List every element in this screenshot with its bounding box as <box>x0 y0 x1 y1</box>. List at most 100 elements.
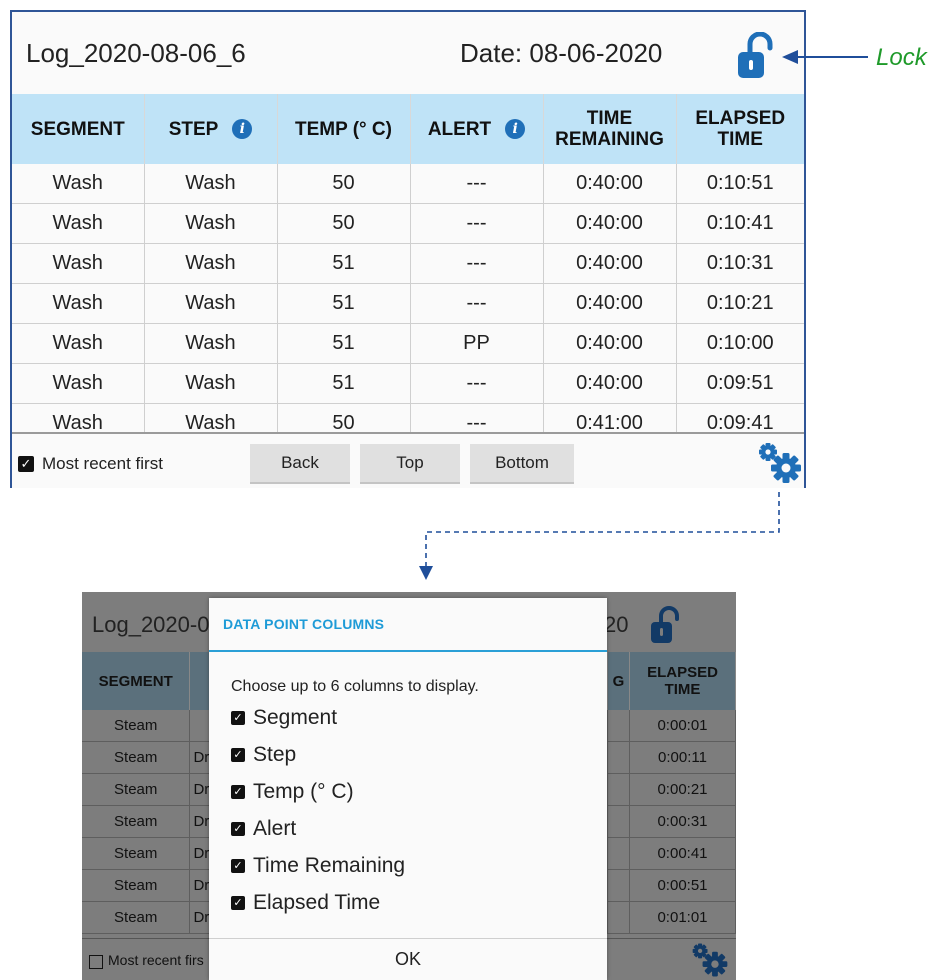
option-checkbox[interactable]: ✓ <box>231 711 245 725</box>
option-checkbox[interactable]: ✓ <box>231 859 245 873</box>
cell-step: Wash <box>144 363 278 404</box>
option-label: Temp (° C) <box>253 780 354 803</box>
cell-alert: --- <box>410 283 544 324</box>
cell-time-remaining <box>607 869 630 902</box>
data-point-columns-dialog: DATA POINT COLUMNS Choose up to 6 column… <box>209 598 607 980</box>
cell-elapsed-time: 0:09:51 <box>676 363 804 404</box>
cell-temp: 50 <box>277 164 411 204</box>
option-label: Alert <box>253 817 297 840</box>
column-header-segment: SEGMENT <box>12 94 145 164</box>
dialog-title: DATA POINT COLUMNS <box>223 616 385 632</box>
cell-temp: 51 <box>277 283 411 324</box>
cell-time-remaining: 0:40:00 <box>543 323 677 364</box>
table-row: Wash Wash 50 --- 0:40:00 0:10:51 <box>12 164 804 204</box>
option-checkbox[interactable]: ✓ <box>231 896 245 910</box>
column-header-label: TEMP (° C) <box>295 118 392 140</box>
log-date: Date: 08-06-2020 <box>460 38 663 68</box>
cell-alert: --- <box>410 363 544 404</box>
table-row: Wash Wash 51 PP 0:40:00 0:10:00 <box>12 323 804 364</box>
settings-gears-icon <box>692 943 728 977</box>
cell-alert: --- <box>410 203 544 244</box>
cell-time-remaining <box>607 901 630 934</box>
cell-segment: Steam <box>82 741 191 774</box>
cell-step <box>189 710 211 742</box>
column-header-elapsed-time: ELAPSED TIME <box>629 652 736 710</box>
cell-elapsed-time: 0:00:01 <box>629 710 736 742</box>
column-header-label: SEGMENT <box>30 118 125 140</box>
cell-time-remaining: 0:40:00 <box>543 164 677 204</box>
column-header-label: STEP <box>168 118 219 140</box>
cell-step: Wash <box>144 164 278 204</box>
cell-elapsed-time: 0:01:01 <box>629 901 736 934</box>
cell-time-remaining: 0:40:00 <box>543 243 677 284</box>
cell-step: Wash <box>144 243 278 284</box>
cell-step: Dr <box>189 805 211 838</box>
column-header-label: ELAPSED TIME <box>695 108 786 150</box>
most-recent-checkbox[interactable]: ✓ <box>18 456 34 472</box>
column-header-label: TIME REMAINING <box>555 108 664 150</box>
most-recent-checkbox <box>89 955 103 969</box>
info-icon[interactable]: i <box>505 119 526 140</box>
cell-segment: Steam <box>82 710 191 742</box>
cell-time-remaining <box>607 710 630 742</box>
cell-elapsed-time: 0:00:41 <box>629 837 736 870</box>
cell-step: Wash <box>144 283 278 324</box>
cell-temp: 51 <box>277 363 411 404</box>
column-header-time-remaining: TIME REMAINING <box>543 94 677 164</box>
cell-elapsed-time: 0:00:51 <box>629 869 736 902</box>
cell-segment: Wash <box>12 164 145 204</box>
most-recent-label: Most recent first <box>42 454 163 473</box>
column-header-step: STEP i <box>144 94 278 164</box>
log-panel: Log_2020-08-06_6 Date: 08-06-2020 SEGMEN… <box>10 10 806 488</box>
settings-gears-icon[interactable] <box>756 440 804 486</box>
log-table: SEGMENT STEP i TEMP (° C) ALERT i TIME REM… <box>12 94 804 444</box>
info-icon[interactable]: i <box>232 119 253 140</box>
option-checkbox[interactable]: ✓ <box>231 748 245 762</box>
cell-alert: --- <box>410 243 544 284</box>
cell-time-remaining <box>607 837 630 870</box>
column-header-time-remaining: G <box>607 652 630 710</box>
log-footer: ✓ Most recent first Back Top Bottom <box>12 432 804 488</box>
title-bar: Log_2020-08-06_6 Date: 08-06-2020 <box>12 12 804 94</box>
dimmed-log-title: Log_2020-0 <box>92 612 210 637</box>
cell-time-remaining: 0:40:00 <box>543 363 677 404</box>
table-row: Wash Wash 51 --- 0:40:00 0:09:51 <box>12 363 804 404</box>
cell-time-remaining <box>607 741 630 774</box>
cell-segment: Steam <box>82 869 191 902</box>
unlocked-lock-icon[interactable] <box>736 32 780 82</box>
cell-segment: Wash <box>12 323 145 364</box>
option-label: Segment <box>253 706 338 729</box>
cell-elapsed-time: 0:00:21 <box>629 773 736 806</box>
cell-time-remaining <box>607 805 630 838</box>
cell-segment: Steam <box>82 805 191 838</box>
top-button[interactable]: Top <box>360 444 460 484</box>
lock-annotation-label: Lock <box>876 44 927 71</box>
column-header-alert: ALERT i <box>410 94 544 164</box>
table-row: Wash Wash 51 --- 0:40:00 0:10:31 <box>12 243 804 284</box>
cell-step: Dr <box>189 837 211 870</box>
cell-step: Dr <box>189 773 211 806</box>
settings-screenshot-panel: Log_2020-0 20 SEGMENT G ELAPSED TIME Ste… <box>82 592 736 980</box>
option-label: Step <box>253 743 297 766</box>
cell-step: Dr <box>189 741 211 774</box>
column-header-step <box>189 652 211 710</box>
option-checkbox[interactable]: ✓ <box>231 822 245 836</box>
column-header-temp: TEMP (° C) <box>277 94 411 164</box>
ok-button[interactable]: OK <box>209 939 607 980</box>
cell-step: Wash <box>144 323 278 364</box>
bottom-button[interactable]: Bottom <box>470 444 574 484</box>
option-checkbox[interactable]: ✓ <box>231 785 245 799</box>
cell-elapsed-time: 0:10:31 <box>676 243 804 284</box>
column-header-label: ALERT <box>427 118 492 140</box>
back-button[interactable]: Back <box>250 444 350 484</box>
table-row: Wash Wash 50 --- 0:40:00 0:10:41 <box>12 203 804 244</box>
option-label: Time Remaining <box>253 854 406 877</box>
cell-temp: 51 <box>277 243 411 284</box>
option-label: Elapsed Time <box>253 891 381 914</box>
cell-elapsed-time: 0:10:00 <box>676 323 804 364</box>
cell-step: Wash <box>144 203 278 244</box>
cell-elapsed-time: 0:00:11 <box>629 741 736 774</box>
cell-segment: Wash <box>12 243 145 284</box>
cell-elapsed-time: 0:10:21 <box>676 283 804 324</box>
cell-alert: --- <box>410 164 544 204</box>
